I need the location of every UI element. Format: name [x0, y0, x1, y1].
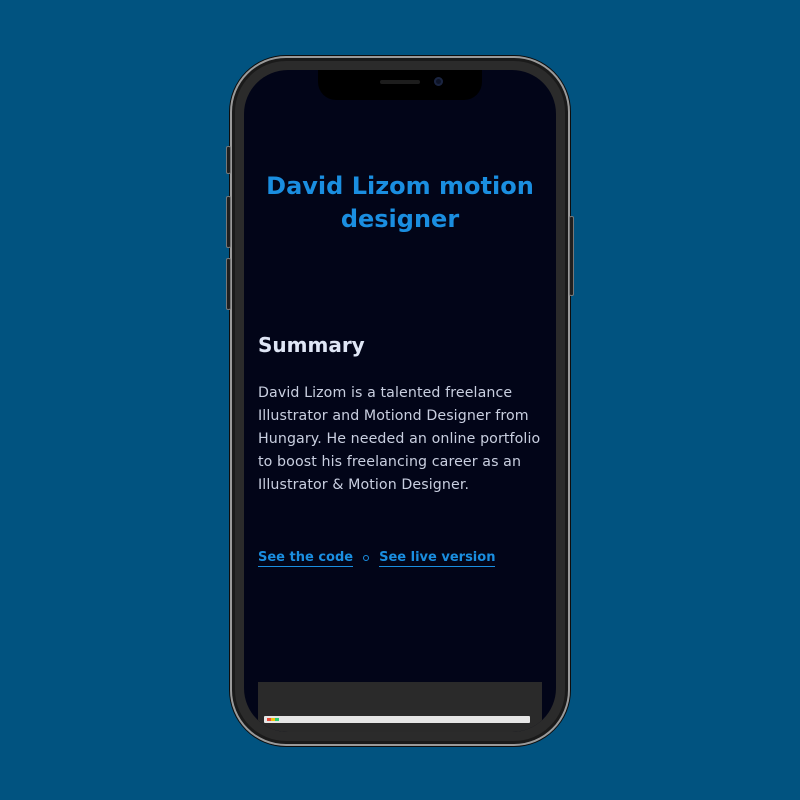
see-live-version-link[interactable]: See live version [379, 550, 496, 567]
browser-bar [264, 716, 530, 723]
project-preview-image [258, 682, 542, 732]
phone-mockup: David Lizom motion designer Summary Davi… [226, 56, 574, 746]
page-title: David Lizom motion designer [266, 172, 534, 233]
project-links: See the code See live version [258, 546, 496, 570]
volume-down-button [226, 258, 231, 310]
power-button [569, 216, 574, 296]
notch [318, 70, 482, 100]
presentation-background: David Lizom motion designer Summary Davi… [0, 0, 800, 800]
summary-heading: Summary [258, 333, 365, 357]
browser-window-controls-icon [267, 718, 279, 721]
volume-up-button [226, 196, 231, 248]
front-camera-icon [434, 77, 443, 86]
phone-screen: David Lizom motion designer Summary Davi… [244, 70, 556, 732]
speaker-grille [380, 80, 420, 84]
silent-switch [226, 146, 231, 174]
separator-dot-icon [363, 555, 370, 561]
summary-text: David Lizom is a talented freelance Illu… [258, 385, 541, 493]
see-code-link[interactable]: See the code [258, 550, 354, 567]
